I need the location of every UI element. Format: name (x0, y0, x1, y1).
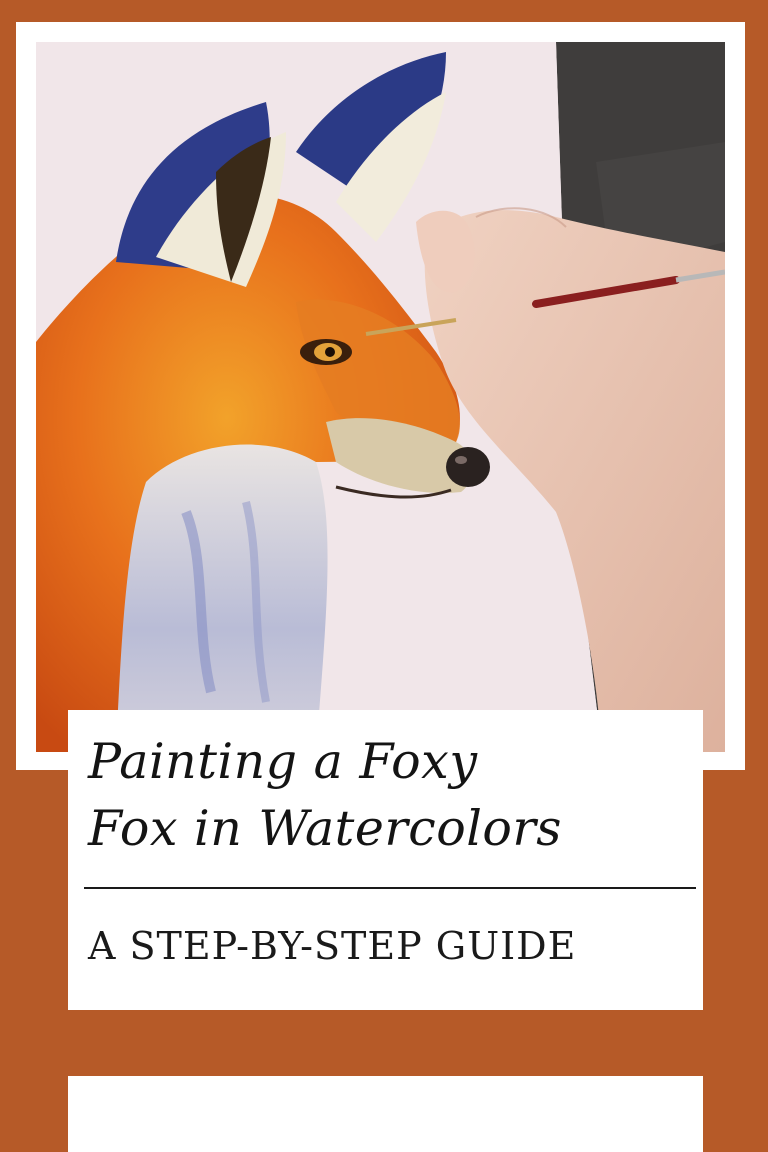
divider (84, 887, 696, 889)
title-line-2: Fox in Watercolors (88, 800, 562, 857)
fox-watercolor-photo (36, 42, 725, 752)
pin-subtitle: A STEP-BY-STEP GUIDE (88, 924, 577, 968)
title-card: Painting a Foxy Fox in Watercolors A STE… (68, 710, 703, 1010)
photo-frame (16, 22, 745, 770)
pin-title: Painting a Foxy Fox in Watercolors (88, 728, 688, 862)
title-line-1: Painting a Foxy (88, 733, 478, 790)
footer-card (68, 1076, 703, 1152)
